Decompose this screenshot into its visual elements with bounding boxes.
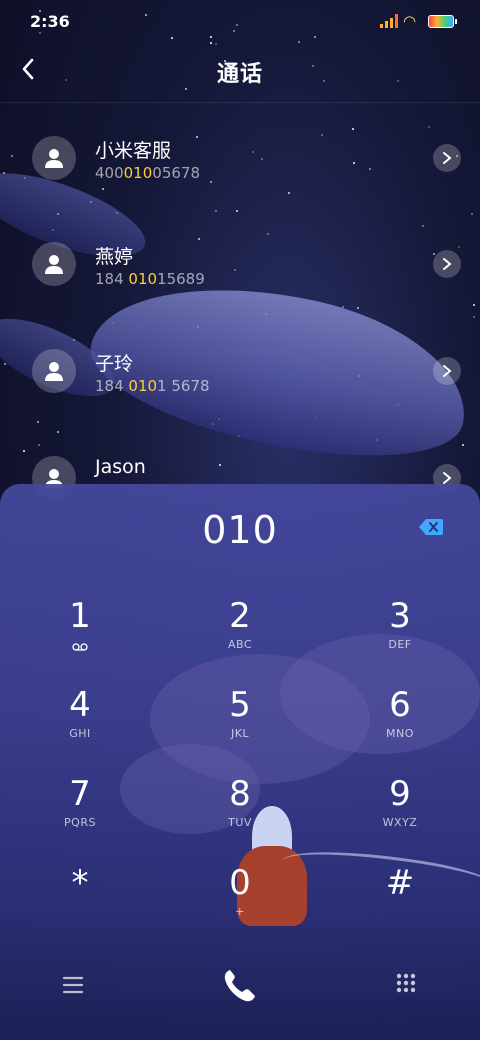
contact-name: Jason [95, 456, 146, 478]
dialpad-grid-icon[interactable] [395, 972, 417, 994]
key-5[interactable]: 5 JKL [180, 685, 300, 765]
contact-item[interactable]: 燕婷 184 01015689 [0, 224, 480, 320]
contact-item[interactable]: 子玲 184 0101 5678 [0, 331, 480, 427]
avatar [32, 136, 76, 180]
signal-icon [380, 14, 398, 28]
contact-name: 子玲 [95, 353, 134, 375]
contact-name: 燕婷 [95, 246, 134, 268]
star [57, 431, 59, 433]
wifi-icon: ◠ [403, 12, 417, 30]
key-4[interactable]: 4 GHI [20, 685, 140, 765]
contact-number: 184 0101 5678 [95, 377, 210, 395]
key-2[interactable]: 2 ABC [180, 596, 300, 676]
key-6[interactable]: 6 MNO [340, 685, 460, 765]
menu-icon[interactable] [60, 974, 86, 996]
page-title: 通话 [216, 62, 263, 87]
contact-item[interactable]: 小米客服 40001005678 [0, 118, 480, 214]
avatar [32, 242, 76, 286]
key-hash[interactable]: # [340, 863, 460, 943]
voicemail-icon [72, 643, 88, 651]
avatar [32, 349, 76, 393]
app-header: 通话 [0, 40, 480, 103]
key-7[interactable]: 7 PQRS [20, 774, 140, 854]
key-8[interactable]: 8 TUV [180, 774, 300, 854]
dialpad-panel: 010 1 2 ABC 3 DEF 4 GHI 5 JKL 6 MNO 7 PQRS 8 TU… [0, 484, 480, 1040]
key-star[interactable]: * [20, 863, 140, 943]
key-0[interactable]: 0 + [180, 863, 300, 943]
battery-icon [428, 15, 457, 28]
person-icon [45, 255, 63, 274]
person-icon [45, 149, 63, 168]
chevron-right-icon[interactable] [433, 357, 461, 385]
person-icon [45, 362, 63, 381]
key-1[interactable]: 1 [20, 596, 140, 676]
contact-number: 184 01015689 [95, 270, 205, 288]
dialpad-action-bar [0, 944, 480, 1040]
key-3[interactable]: 3 DEF [340, 596, 460, 676]
backspace-icon[interactable] [418, 518, 444, 536]
chevron-right-icon[interactable] [433, 250, 461, 278]
status-time: 2:36 [30, 12, 70, 31]
dialed-number: 010 [202, 508, 278, 552]
contact-name: 小米客服 [95, 140, 172, 162]
chevron-right-icon[interactable] [433, 144, 461, 172]
phone-call-icon[interactable] [220, 966, 260, 1006]
key-9[interactable]: 9 WXYZ [340, 774, 460, 854]
status-bar: 2:36 ◠ [0, 0, 480, 40]
contact-number: 40001005678 [95, 164, 200, 182]
